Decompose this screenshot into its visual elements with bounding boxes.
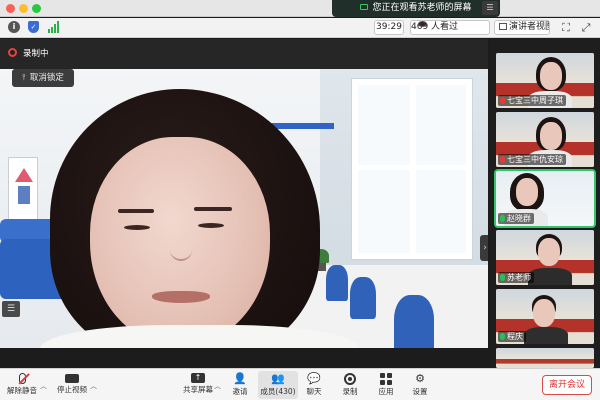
screen-share-banner-text: 您正在观看苏老师的屏幕	[372, 3, 472, 13]
participant-label: 七宝三中仇安琼	[498, 154, 566, 165]
fullscreen-icon[interactable]: ⤢	[580, 21, 592, 35]
participant-label: 程庆	[498, 331, 526, 342]
participant-label: 苏老师	[498, 272, 534, 283]
speaker-video-feed	[0, 69, 488, 348]
signal-strength-icon[interactable]	[48, 21, 60, 33]
unpin-button[interactable]: ⫯ 取消锁定	[12, 69, 74, 87]
eye-icon	[418, 21, 427, 27]
minimize-window-button[interactable]	[19, 4, 28, 13]
participant-tile[interactable]: 程庆	[496, 289, 594, 344]
participant-tile-active[interactable]: 赵晓群	[496, 171, 594, 226]
banner-menu-button[interactable]: ☰	[482, 1, 498, 15]
muted-mic-icon	[18, 373, 29, 385]
stop-video-button[interactable]: 停止视频	[52, 371, 92, 399]
participant-tile[interactable]: 苏老师	[496, 230, 594, 285]
view-mode-label: 演讲者视图	[509, 22, 550, 32]
mic-icon	[500, 274, 505, 281]
speaker	[40, 89, 360, 348]
participant-tile[interactable]: 七宝三中周子琪	[496, 53, 594, 108]
members-icon: 👥	[271, 372, 285, 385]
meeting-window: 您正在观看苏老师的屏幕 ☰ i ✓ 39:29 469 人看过 演讲者视图▾ ⛶…	[0, 0, 600, 400]
main-video: 录制中 ⫯ 取消锁定 ☰ ›	[0, 39, 488, 348]
collapse-sidebar-button[interactable]: ›	[480, 235, 488, 261]
recording-label: 录制中	[23, 49, 49, 59]
view-mode-dropdown[interactable]: 演讲者视图▾	[494, 20, 550, 35]
monitor-icon	[360, 4, 369, 10]
participant-label: 赵晓群	[498, 213, 534, 224]
audio-options-chevron-icon[interactable]: ︿	[40, 381, 47, 391]
participant-gallery: 七宝三中周子琪 七宝三中仇安琼 赵晓群 苏老师 程庆	[490, 39, 600, 368]
stop-video-label: 停止视频	[57, 385, 87, 394]
muted-mic-icon	[500, 97, 505, 104]
share-screen-label: 共享屏幕	[183, 385, 213, 394]
settings-label: 设置	[412, 387, 428, 396]
close-window-button[interactable]	[6, 4, 15, 13]
exit-fullscreen-icon[interactable]: ⛶	[560, 21, 572, 35]
mic-icon	[500, 215, 505, 222]
viewer-count[interactable]: 469 人看过	[410, 20, 490, 35]
invite-button[interactable]: 👤 邀请	[220, 371, 260, 399]
camera-icon	[65, 374, 79, 383]
chat-icon: 💬	[307, 372, 321, 385]
record-icon	[344, 373, 356, 385]
invite-label: 邀请	[232, 387, 248, 396]
list-toggle-icon[interactable]: ☰	[2, 301, 20, 317]
meeting-toolbar: i ✓ 39:29 469 人看过 演讲者视图▾ ⛶ ⤢	[0, 18, 600, 38]
members-label: 成员(430)	[260, 387, 296, 396]
members-button[interactable]: 👥 成员(430)	[258, 371, 298, 399]
record-icon	[8, 48, 17, 57]
chat-label: 聊天	[306, 387, 322, 396]
grid-icon	[499, 23, 507, 30]
title-bar: 您正在观看苏老师的屏幕 ☰	[0, 0, 600, 17]
screen-share-banner[interactable]: 您正在观看苏老师的屏幕	[332, 0, 500, 17]
unmute-button[interactable]: 解除静音	[2, 371, 42, 399]
info-icon[interactable]: i	[8, 21, 20, 33]
maximize-window-button[interactable]	[32, 4, 41, 13]
shield-icon[interactable]: ✓	[28, 21, 39, 33]
meeting-controls: 解除静音 ︿ 停止视频 ︿ ↑ 共享屏幕 ︿ 👤 邀请 👥 成员(430) 💬 …	[0, 368, 600, 400]
add-user-icon: 👤	[233, 372, 247, 385]
record-label: 录制	[342, 387, 358, 396]
muted-mic-icon	[500, 156, 505, 163]
pin-icon: ⫯	[22, 73, 26, 83]
leave-meeting-button[interactable]: 离开会议	[542, 375, 592, 395]
unpin-label: 取消锁定	[29, 73, 64, 83]
gear-icon: ⚙	[415, 372, 425, 385]
video-options-chevron-icon[interactable]: ︿	[90, 381, 97, 391]
settings-button[interactable]: ⚙ 设置	[400, 371, 440, 399]
chat-button[interactable]: 💬 聊天	[294, 371, 334, 399]
share-screen-button[interactable]: ↑ 共享屏幕	[178, 371, 218, 399]
participant-tile[interactable]	[496, 348, 594, 368]
share-screen-icon: ↑	[191, 373, 205, 383]
apps-icon	[380, 373, 392, 385]
background-window	[352, 79, 472, 259]
recording-indicator: 录制中	[8, 47, 49, 61]
participant-label: 七宝三中周子琪	[498, 95, 566, 106]
wall-picture	[8, 157, 38, 225]
unmute-label: 解除静音	[7, 386, 37, 395]
record-button[interactable]: 录制	[330, 371, 370, 399]
mic-icon	[500, 333, 505, 340]
participant-tile[interactable]: 七宝三中仇安琼	[496, 112, 594, 167]
meeting-timer: 39:29	[374, 20, 404, 35]
